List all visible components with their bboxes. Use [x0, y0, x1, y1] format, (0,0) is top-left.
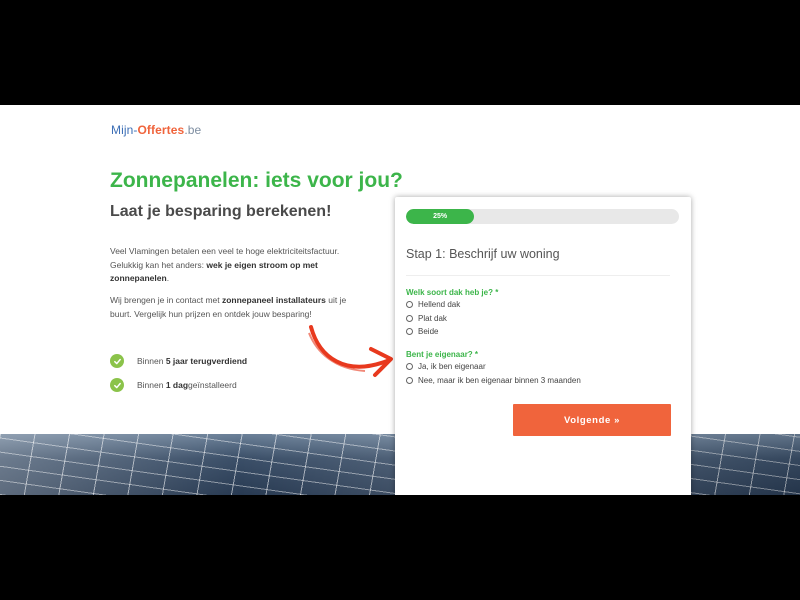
option-label: Hellend dak	[418, 300, 461, 310]
next-button[interactable]: Volgende »	[513, 404, 671, 436]
logo-part-3: .be	[184, 123, 202, 137]
divider	[406, 275, 670, 276]
roof-option-both[interactable]: Beide	[406, 325, 460, 339]
contact-text-1: Wij brengen je in contact met	[110, 295, 222, 305]
checkmark-icon	[110, 378, 124, 392]
roof-type-options: Hellend dak Plat dak Beide	[406, 298, 460, 339]
radio-button[interactable]	[406, 301, 413, 309]
benefit-text-post: geïnstalleerd	[188, 380, 237, 390]
letterbox-top	[0, 0, 800, 105]
intro-paragraph: Veel Vlamingen betalen een veel te hoge …	[110, 245, 370, 286]
letterbox-bottom	[0, 495, 800, 600]
owner-label: Bent je eigenaar? *	[406, 350, 479, 359]
step-title: Stap 1: Beschrijf uw woning	[406, 247, 560, 261]
benefit-text-pre: Binnen	[137, 380, 164, 390]
page-subheadline: Laat je besparing berekenen!	[110, 203, 332, 220]
progress-bar: 25%	[406, 209, 679, 224]
radio-button[interactable]	[406, 363, 413, 371]
red-arrow-icon	[308, 325, 393, 377]
logo-part-2: Offertes	[137, 123, 185, 137]
radio-button[interactable]	[406, 376, 413, 384]
benefit-list: Binnen 5 jaar terugverdiend Binnen 1 dag…	[110, 349, 247, 397]
benefit-text-bold: 1 dag	[165, 380, 189, 390]
benefit-text-pre: Binnen	[137, 356, 164, 366]
radio-button[interactable]	[406, 328, 413, 336]
owner-option-soon[interactable]: Nee, maar ik ben eigenaar binnen 3 maand…	[406, 374, 581, 388]
owner-option-yes[interactable]: Ja, ik ben eigenaar	[406, 360, 581, 374]
owner-options: Ja, ik ben eigenaar Nee, maar ik ben eig…	[406, 360, 581, 387]
benefit-text-bold: 5 jaar terugverdiend	[165, 356, 248, 366]
landing-page: Mijn-Offertes.be Zonnepanelen: iets voor…	[0, 105, 800, 495]
benefit-item: Binnen 5 jaar terugverdiend	[110, 349, 247, 373]
radio-button[interactable]	[406, 314, 413, 322]
intro-text-end: .	[166, 273, 170, 283]
page-headline: Zonnepanelen: iets voor jou?	[110, 169, 403, 192]
contact-paragraph: Wij brengen je in contact met zonnepanee…	[110, 294, 370, 321]
logo-part-1: Mijn-	[111, 123, 138, 137]
progress-fill: 25%	[406, 209, 475, 224]
option-label: Plat dak	[418, 313, 447, 323]
roof-type-label: Welk soort dak heb je? *	[406, 288, 499, 297]
roof-option-sloped[interactable]: Hellend dak	[406, 298, 460, 312]
roof-option-flat[interactable]: Plat dak	[406, 312, 460, 326]
quote-form-card: 25% Stap 1: Beschrijf uw woning Welk soo…	[395, 197, 691, 495]
benefit-item: Binnen 1 dag geïnstalleerd	[110, 373, 247, 397]
option-label: Nee, maar ik ben eigenaar binnen 3 maand…	[418, 375, 581, 385]
checkmark-icon	[110, 354, 124, 368]
option-label: Ja, ik ben eigenaar	[418, 362, 486, 372]
contact-text-bold: zonnepaneel installateurs	[221, 295, 326, 305]
option-label: Beide	[418, 327, 439, 337]
site-logo[interactable]: Mijn-Offertes.be	[111, 123, 201, 137]
